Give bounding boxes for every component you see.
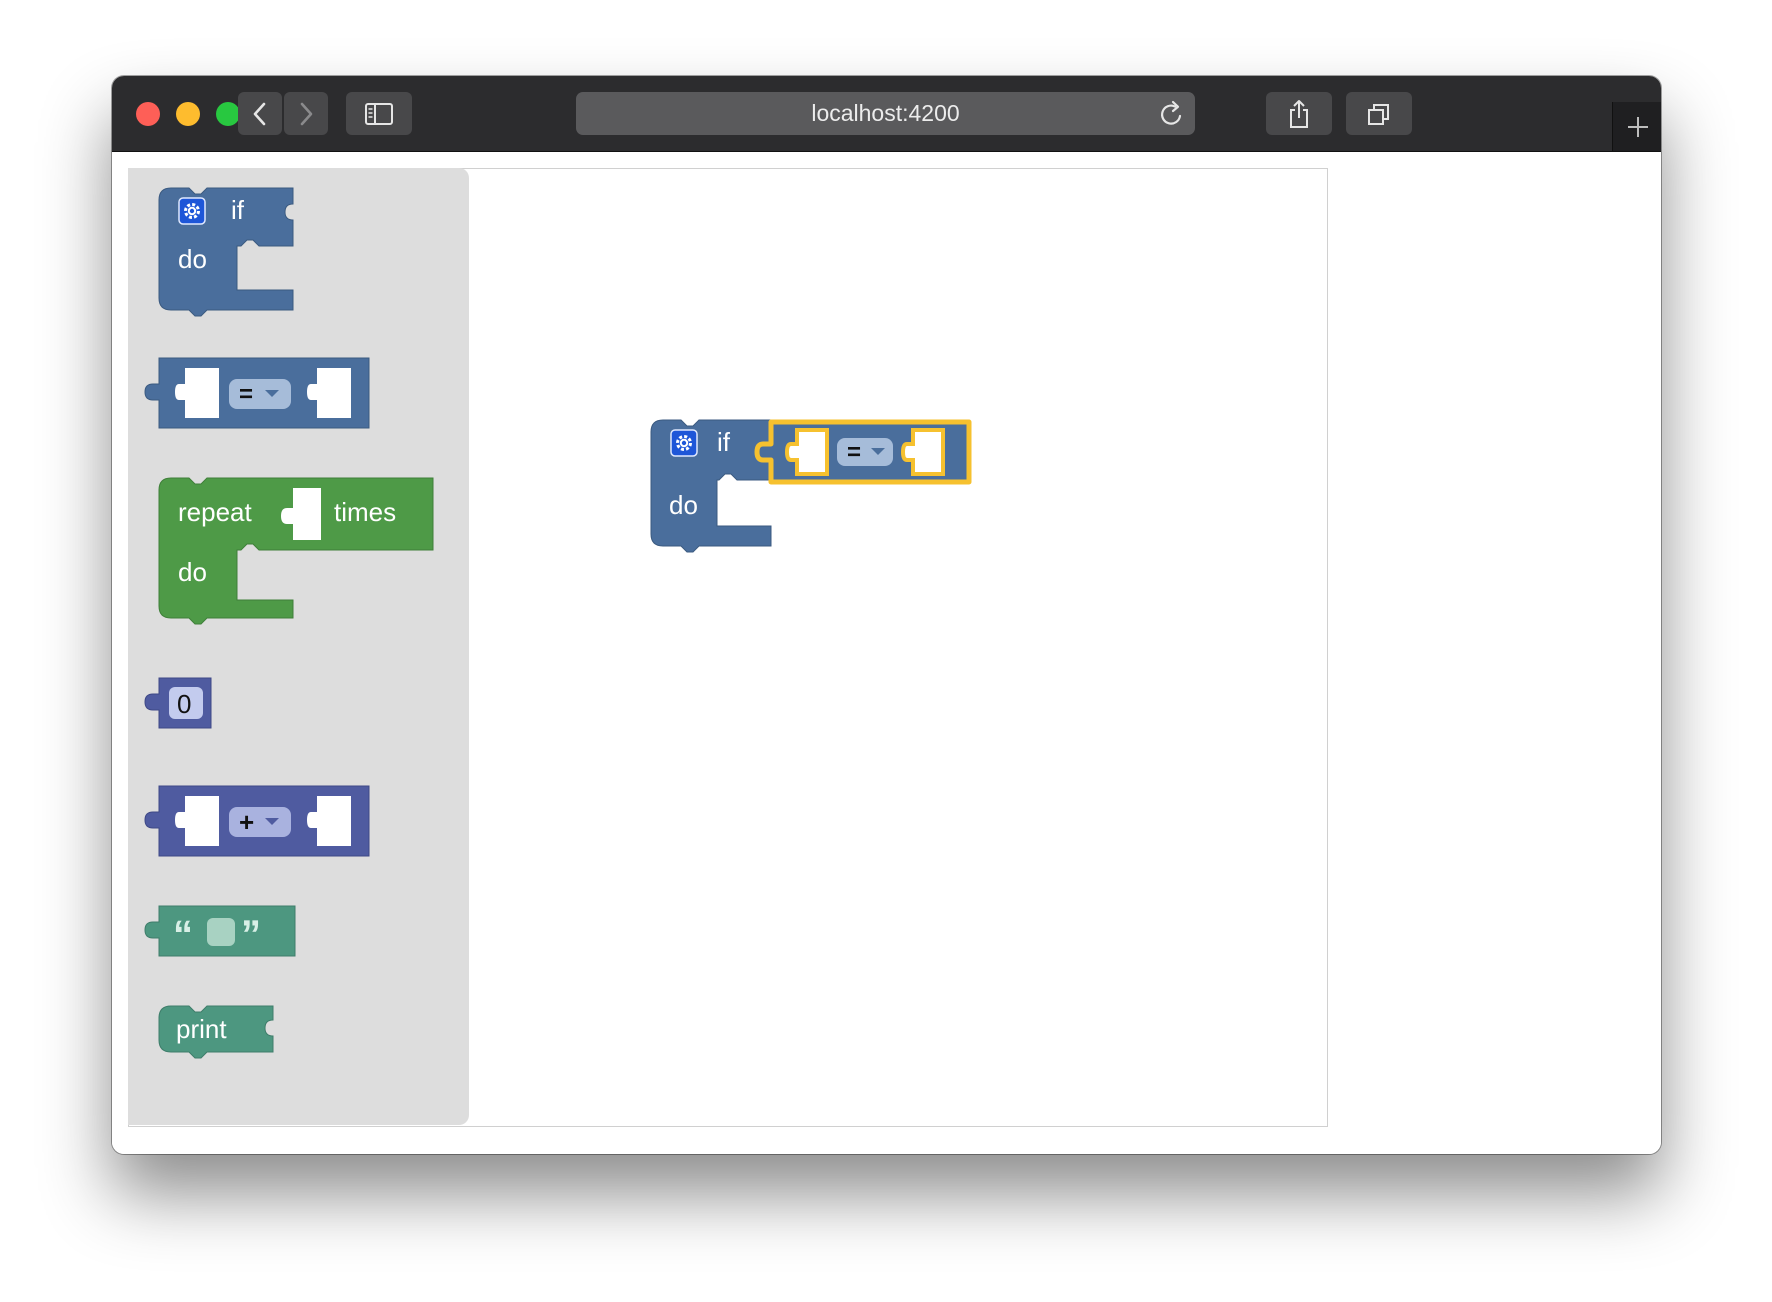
back-icon <box>253 102 266 125</box>
maximize-window-button[interactable] <box>216 102 240 126</box>
forward-icon <box>300 102 313 125</box>
new-tab-button[interactable] <box>1612 102 1661 151</box>
browser-window: localhost:4200 if do = if do = repeat ti… <box>112 76 1661 1154</box>
sidebar-toggle-button[interactable] <box>346 92 412 135</box>
workspace-if-block[interactable]: if do <box>650 419 772 553</box>
gear-icon[interactable] <box>670 429 698 457</box>
minimize-window-button[interactable] <box>176 102 200 126</box>
toolbox-number-value: 0 <box>177 689 191 719</box>
toolbox-repeat-do-label: do <box>178 557 207 587</box>
share-icon <box>1290 99 1308 128</box>
back-button[interactable] <box>238 92 282 135</box>
workspace-compare-block[interactable]: = <box>754 419 972 485</box>
toolbox-arithmetic-operator: + <box>239 807 254 837</box>
arithmetic-operator-dropdown[interactable]: + <box>229 807 291 837</box>
close-quote-icon: ” <box>241 913 261 957</box>
toolbox-if-block[interactable]: if do <box>158 187 294 317</box>
tabs-icon <box>1368 103 1389 125</box>
open-quote-icon: “ <box>173 913 193 957</box>
toolbox-compare-block[interactable]: = <box>144 357 370 429</box>
close-window-button[interactable] <box>136 102 160 126</box>
toolbox-do-label: do <box>178 244 207 274</box>
toolbox-print-label: print <box>176 1014 227 1044</box>
share-button[interactable] <box>1266 92 1332 135</box>
toolbox-arithmetic-block[interactable]: + <box>144 785 370 857</box>
tabs-overview-button[interactable] <box>1346 92 1412 135</box>
blockly-toolbox: if do = repeat times do 0 + “ ” print <box>128 168 469 1125</box>
workspace-if-label: if <box>717 427 731 457</box>
page-content: if do = if do = repeat times do 0 + “ ” … <box>112 152 1661 1154</box>
new-tab-icon <box>1627 116 1648 137</box>
address-url: localhost:4200 <box>811 100 960 126</box>
address-bar[interactable]: localhost:4200 <box>576 92 1195 135</box>
reload-icon[interactable] <box>1159 100 1185 128</box>
toolbox-number-block[interactable]: 0 <box>144 677 212 729</box>
toolbox-print-block[interactable]: print <box>158 1005 274 1059</box>
toolbox-repeat-block[interactable]: repeat times do <box>158 477 434 625</box>
toolbox-times-label: times <box>334 497 396 527</box>
gear-icon[interactable] <box>178 197 206 225</box>
compare-operator-label: = <box>847 439 861 466</box>
toolbox-if-label: if <box>231 195 245 225</box>
forward-button[interactable] <box>284 92 328 135</box>
sidebar-icon <box>365 102 393 125</box>
toolbox-text-block[interactable]: “ ” <box>144 905 296 957</box>
browser-titlebar: localhost:4200 <box>112 76 1661 152</box>
compare-operator-dropdown[interactable]: = <box>837 438 893 466</box>
toolbox-compare-operator: = <box>239 381 253 408</box>
compare-operator-dropdown[interactable]: = <box>229 379 291 409</box>
toolbox-repeat-label: repeat <box>178 497 252 527</box>
workspace-do-label: do <box>669 490 698 520</box>
text-field[interactable] <box>207 918 235 946</box>
